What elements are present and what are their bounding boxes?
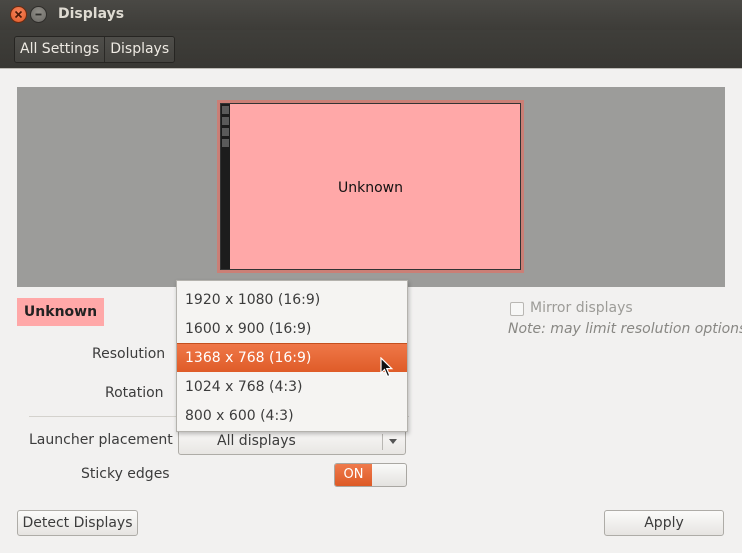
close-window-button[interactable]	[10, 6, 27, 23]
resolution-option[interactable]: 800 x 600 (4:3)	[177, 402, 407, 431]
mirror-displays-label: Mirror displays	[530, 300, 633, 316]
title-bar: Displays	[0, 0, 742, 30]
mirror-note: Note: may limit resolution options	[508, 321, 742, 337]
monitor-label: Unknown	[338, 180, 403, 196]
sticky-edges-label: Sticky edges	[81, 466, 170, 482]
chevron-down-icon	[389, 439, 397, 444]
launcher-placement-label: Launcher placement	[29, 432, 173, 448]
launcher-icon	[222, 139, 229, 147]
launcher-icon	[222, 117, 229, 125]
resolution-option-selected[interactable]: 1368 x 768 (16:9)	[177, 343, 407, 372]
monitor-preview[interactable]: Unknown	[217, 100, 524, 273]
resolution-option[interactable]: 1600 x 900 (16:9)	[177, 315, 407, 344]
launcher-icon	[222, 106, 229, 114]
display-name-label: Unknown	[17, 298, 104, 326]
resolution-label: Resolution	[92, 346, 166, 362]
close-icon	[14, 10, 23, 19]
window-title: Displays	[58, 6, 125, 22]
resolution-dropdown-menu: 1920 x 1080 (16:9) 1600 x 900 (16:9) 136…	[176, 280, 408, 432]
breadcrumb-displays[interactable]: Displays	[104, 37, 175, 62]
breadcrumb: All Settings Displays	[14, 36, 176, 63]
minimize-icon	[35, 13, 42, 16]
rotation-label: Rotation	[105, 385, 164, 401]
switch-on-label: ON	[335, 464, 372, 486]
checkbox-box[interactable]	[510, 302, 524, 316]
display-arrangement-area: Unknown	[17, 87, 725, 287]
combo-divider	[382, 434, 383, 450]
minimize-window-button[interactable]	[30, 6, 47, 23]
mouse-pointer-icon	[380, 357, 394, 378]
launcher-placement-value: All displays	[217, 433, 296, 449]
apply-button[interactable]: Apply	[604, 510, 724, 536]
detect-displays-button[interactable]: Detect Displays	[17, 510, 138, 536]
resolution-option[interactable]: 1024 x 768 (4:3)	[177, 373, 407, 402]
resolution-option[interactable]: 1920 x 1080 (16:9)	[177, 286, 407, 315]
sticky-edges-switch[interactable]: ON	[334, 463, 407, 487]
breadcrumb-all-settings[interactable]: All Settings	[15, 37, 105, 62]
toolbar: All Settings Displays	[0, 30, 742, 69]
launcher-icon	[222, 128, 229, 136]
launcher-placement-combo[interactable]: All displays	[178, 429, 406, 455]
